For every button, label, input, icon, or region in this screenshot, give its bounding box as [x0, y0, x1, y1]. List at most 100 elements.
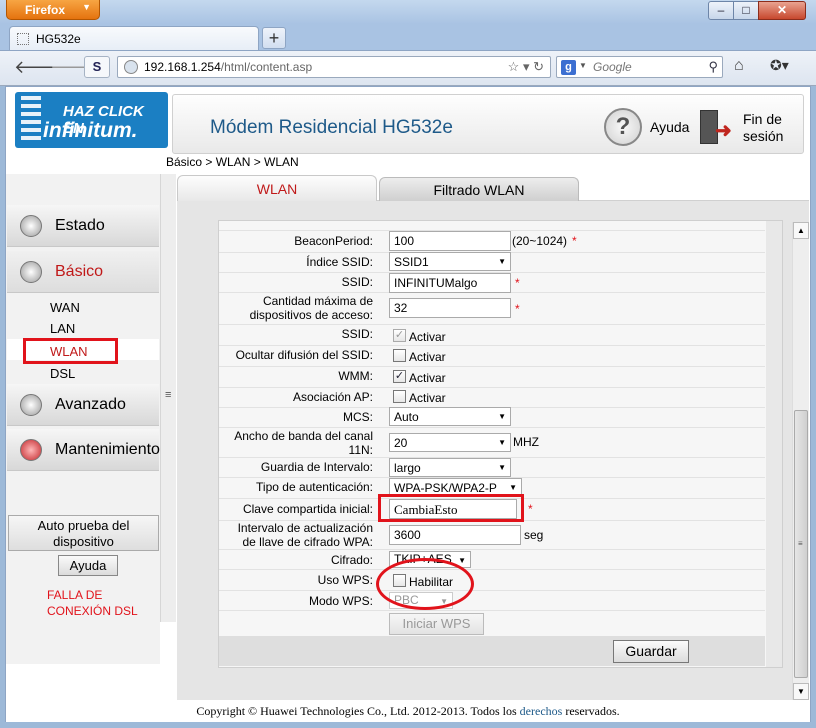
wmm-label: WMM: — [338, 369, 373, 383]
favicon-icon — [17, 33, 29, 45]
scroll-down-icon[interactable]: ▼ — [793, 683, 809, 700]
menu-estado[interactable]: Estado — [7, 205, 159, 247]
bookmark-star-icon[interactable]: ☆ — [508, 59, 520, 74]
form-row-partial — [219, 221, 765, 231]
new-tab-button[interactable]: + — [262, 27, 286, 49]
scroll-up-icon[interactable]: ▲ — [793, 222, 809, 239]
ssid-index-label: Índice SSID: — [306, 255, 373, 269]
form-row-cipher: Cifrado: — [219, 550, 765, 570]
footer-text: Copyright © Huawei Technologies Co., Ltd… — [196, 704, 520, 718]
tab-wlan[interactable]: WLAN — [177, 175, 377, 201]
chevron-down-icon: ▼ — [498, 438, 506, 447]
menu-basico[interactable]: Básico — [7, 251, 159, 293]
help-icon[interactable]: ? — [604, 108, 642, 146]
wps-label: Uso WPS: — [317, 573, 373, 587]
save-button[interactable]: Guardar — [613, 640, 689, 663]
address-bar[interactable]: 192.168.1.254/html/content.asp ☆ ▾ ↻ — [117, 56, 551, 78]
start-wps-button[interactable]: Iniciar WPS — [389, 613, 484, 635]
home-icon[interactable]: ⌂ — [734, 57, 744, 75]
menu-avanzado-label: Avanzado — [55, 396, 126, 413]
chevron-down-icon: ▼ — [498, 463, 506, 472]
form-row-hide-ssid: Ocultar difusión del SSID: — [219, 346, 765, 367]
dsl-alert-line2: CONEXIÓN DSL — [47, 604, 138, 618]
logout-door-icon[interactable]: ➜ — [697, 108, 735, 146]
help-link[interactable]: Ayuda — [650, 119, 689, 135]
search-icon[interactable]: ⚲ — [708, 59, 718, 75]
rekey-label: Intervalo de actualización de llave de ci… — [219, 521, 373, 549]
ssid-enable-label: SSID: — [341, 327, 373, 341]
chevron-down-icon[interactable]: ▼ — [579, 61, 587, 70]
close-window-button[interactable]: ✕ — [758, 1, 806, 20]
bandwidth-select[interactable]: 20 ▼ — [389, 433, 511, 452]
form-row-wmm: WMM: — [219, 367, 765, 388]
ssid-input[interactable]: INFINITUMalgo — [389, 273, 511, 293]
minimize-button[interactable]: – — [708, 1, 734, 20]
guard-interval-select[interactable]: largo ▼ — [389, 458, 511, 477]
guard-interval-value: largo — [394, 461, 421, 475]
form-row-wps-mode: Modo WPS: — [219, 591, 765, 611]
bookmarks-menu-icon[interactable]: ✪▾ — [770, 57, 804, 79]
wrench-icon — [20, 439, 42, 461]
addon-s-icon[interactable]: S — [84, 56, 110, 78]
menu-mantenimiento[interactable]: Mantenimiento — [7, 429, 160, 471]
hide-ssid-checkbox[interactable] — [393, 349, 406, 362]
maximize-button[interactable]: □ — [733, 1, 759, 20]
required-mark: * — [572, 234, 577, 248]
wmm-checkbox[interactable]: ✓ — [393, 370, 406, 383]
browser-tab[interactable]: HG532e — [9, 26, 259, 52]
cipher-label: Cifrado: — [330, 553, 373, 567]
chevron-down-icon: ▼ — [509, 483, 517, 492]
submenu-wan[interactable]: WAN — [50, 300, 80, 315]
max-devices-label-line2: dispositivos de acceso: — [249, 308, 373, 322]
ssid-index-select[interactable]: SSID1 ▼ — [389, 252, 511, 271]
globe-icon — [124, 60, 138, 74]
logout-link[interactable]: Fin de sesión — [743, 111, 783, 145]
auth-type-label: Tipo de autenticación: — [256, 480, 373, 494]
dsl-alert-line1: FALLA DE — [47, 588, 103, 602]
ssid-index-value: SSID1 — [394, 255, 429, 269]
rekey-interval-input[interactable]: 3600 — [389, 525, 521, 545]
bandwidth-unit: MHZ — [513, 435, 539, 449]
search-engine-icon[interactable]: g — [561, 60, 576, 75]
rekey-unit: seg — [524, 528, 544, 542]
required-mark: * — [515, 276, 520, 290]
browser-tab-title: HG532e — [36, 32, 81, 46]
menu-avanzado[interactable]: Avanzado — [7, 384, 159, 426]
menu-mantenimiento-label: Mantenimiento — [55, 441, 160, 458]
infinitum-logo: HAZ CLICK EN infinitum. — [15, 92, 168, 148]
dropdown-arrow-icon[interactable]: ▾ — [523, 59, 530, 74]
wlan-annotation-box — [23, 338, 118, 364]
submenu-lan[interactable]: LAN — [50, 321, 75, 336]
max-devices-label-line1: Cantidad máxima de — [262, 294, 373, 308]
window-bottom-edge — [0, 722, 816, 728]
beacon-period-input[interactable]: 100 — [389, 231, 511, 251]
firefox-menu-button[interactable]: Firefox ▼ — [6, 0, 100, 20]
sidebar-splitter[interactable]: ≡ — [160, 174, 176, 622]
ap-assoc-checkbox[interactable] — [393, 390, 406, 403]
mcs-select[interactable]: Auto ▼ — [389, 407, 511, 426]
bandwidth-label-line1: Ancho de banda del canal — [234, 429, 373, 443]
form-row-ap-assoc: Asociación AP: — [219, 388, 765, 408]
logout-line2: sesión — [743, 128, 784, 144]
logo-line2: infinitum. — [43, 119, 138, 142]
max-devices-input[interactable]: 32 — [389, 298, 511, 318]
autotest-button[interactable]: Auto prueba del dispositivo — [8, 515, 159, 551]
rekey-label-line1: Intervalo de actualización — [237, 521, 373, 535]
hide-ssid-text: Activar — [409, 350, 446, 364]
dsl-status-alert: FALLA DE CONEXIÓN DSL — [47, 587, 138, 619]
search-bar[interactable]: g ▼ Google ⚲ — [556, 56, 723, 78]
status-icon — [20, 215, 42, 237]
sidebar-help-button[interactable]: Ayuda — [58, 555, 118, 576]
page-scrollbar[interactable]: ▲ ≡ ▼ — [792, 222, 809, 700]
scrollbar-thumb[interactable]: ≡ — [794, 410, 808, 678]
advanced-tools-icon — [20, 394, 42, 416]
form-row-ssid-enable: SSID: — [219, 325, 765, 346]
reload-icon[interactable]: ↻ — [533, 59, 544, 74]
submenu-dsl[interactable]: DSL — [50, 366, 75, 381]
ssid-enable-checkbox[interactable]: ✓ — [393, 329, 406, 342]
footer-rights-link[interactable]: derechos — [520, 704, 563, 718]
menu-basico-label: Básico — [55, 263, 104, 280]
beacon-label: BeaconPeriod: — [294, 234, 373, 248]
bandwidth-label-line2: 11N: — [348, 443, 373, 457]
tab-filtrado-wlan[interactable]: Filtrado WLAN — [379, 177, 579, 201]
